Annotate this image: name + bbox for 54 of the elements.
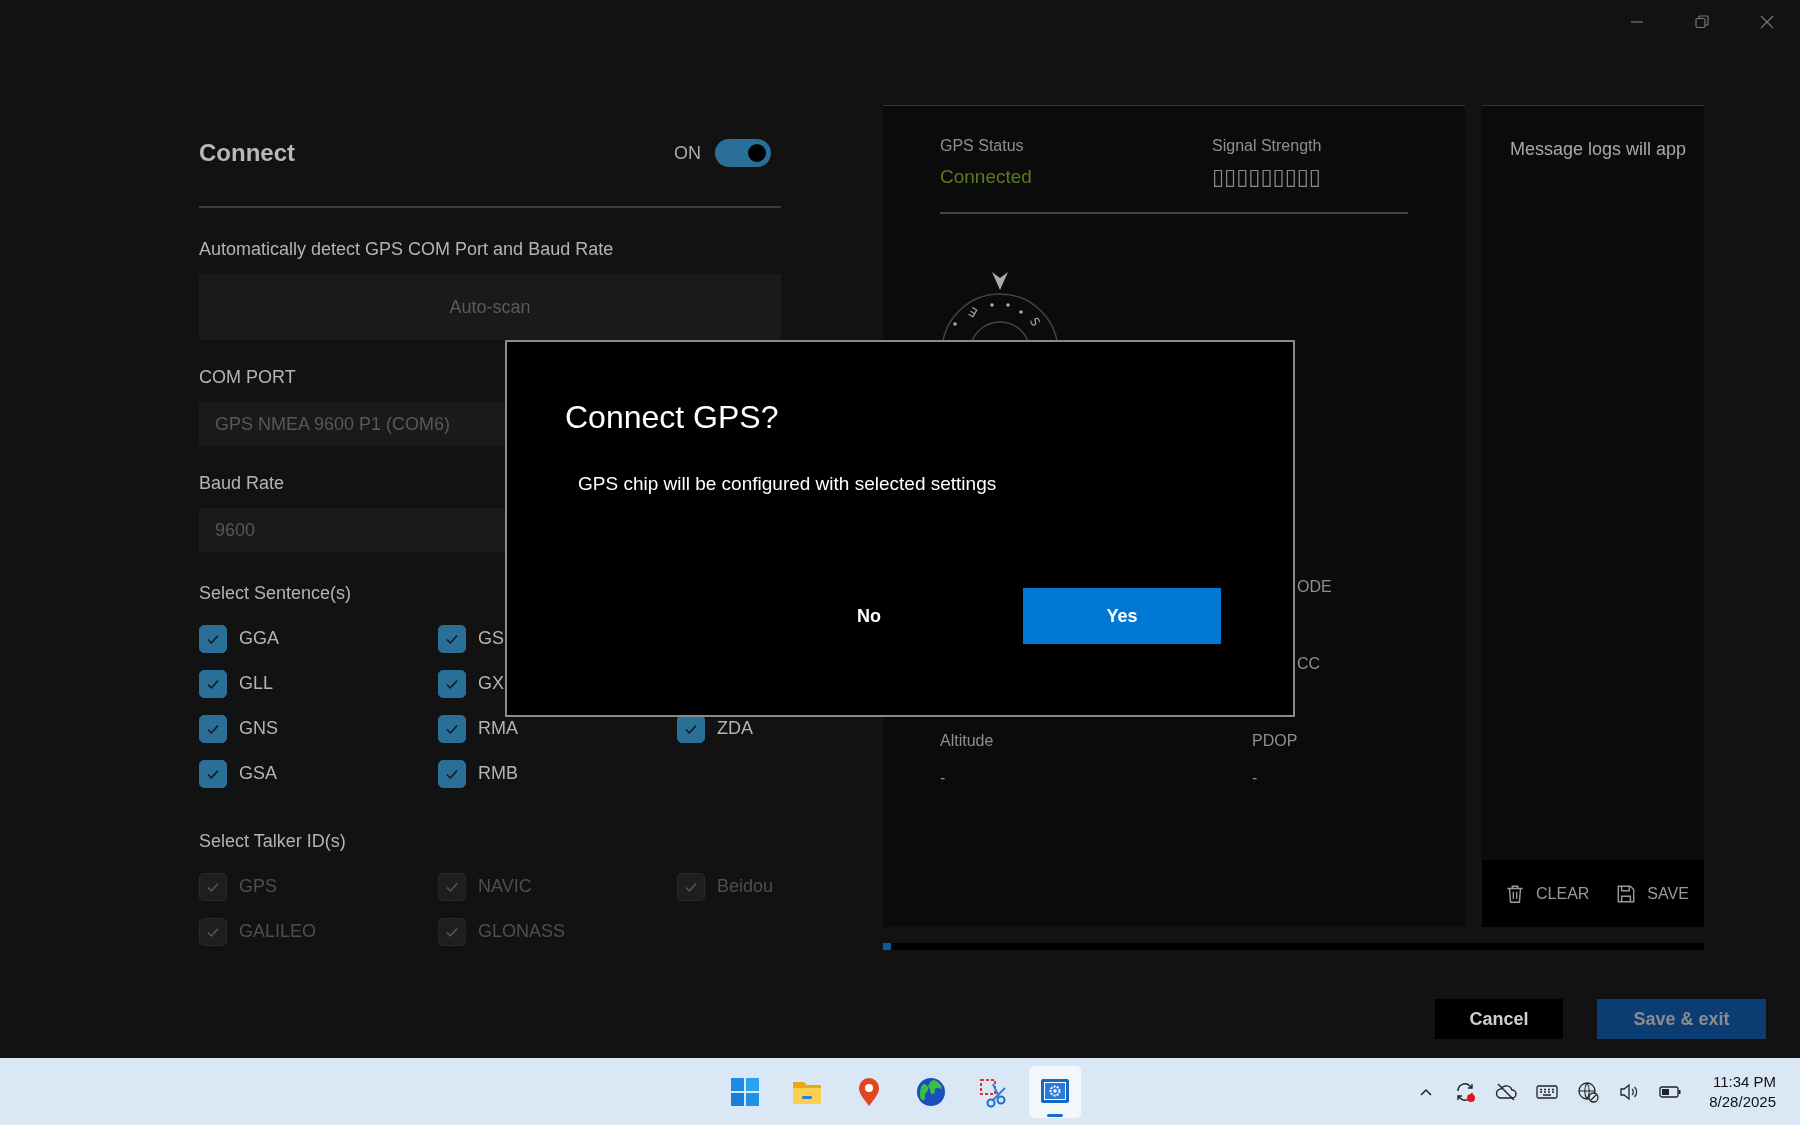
globe-blocked-icon[interactable] bbox=[1576, 1079, 1601, 1104]
field-label: Automatically detect GPS COM Port and Baud Rate bbox=[199, 238, 614, 260]
section-label: Select Talker ID(s) bbox=[199, 830, 346, 852]
stat-label: Altitude bbox=[940, 731, 994, 751]
save-button[interactable]: SAVE bbox=[1615, 882, 1689, 905]
checkbox[interactable] bbox=[438, 669, 466, 698]
checkbox[interactable] bbox=[438, 624, 466, 653]
checkbox[interactable] bbox=[199, 714, 227, 743]
clear-button[interactable]: CLEAR bbox=[1504, 882, 1590, 905]
taskbar-app[interactable] bbox=[1029, 1065, 1081, 1118]
dialog-message: GPS chip will be configured with selected settings bbox=[577, 473, 998, 495]
cancel-button[interactable]: Cancel bbox=[1435, 999, 1563, 1039]
checkbox[interactable] bbox=[199, 624, 227, 653]
checkbox-label: GALILEO bbox=[239, 921, 317, 942]
signal-label: Signal Strength bbox=[1212, 136, 1322, 156]
checkbox-label: GLONASS bbox=[478, 921, 566, 942]
checkbox-label: GSA bbox=[239, 763, 277, 784]
checkbox-label: GX bbox=[478, 673, 504, 694]
status-value: Connected bbox=[940, 165, 1032, 189]
section-label: Select Sentence(s) bbox=[199, 582, 352, 604]
checkbox[interactable] bbox=[199, 759, 227, 788]
stat-label: ODE bbox=[1297, 577, 1332, 597]
checkbox-label: GS bbox=[478, 628, 504, 649]
checkbox-label: RMB bbox=[478, 763, 518, 784]
toggle-label: ON bbox=[674, 142, 701, 164]
close-icon[interactable] bbox=[1759, 14, 1775, 30]
field-label: Baud Rate bbox=[199, 472, 285, 494]
checkbox-label: GLL bbox=[239, 673, 274, 694]
restore-icon[interactable] bbox=[1694, 14, 1710, 30]
checkbox-label: GGA bbox=[239, 628, 279, 649]
toggle-switch[interactable] bbox=[715, 139, 771, 167]
checkbox[interactable] bbox=[199, 669, 227, 698]
globe-icon bbox=[915, 1075, 947, 1108]
checkbox-label: RMA bbox=[478, 718, 518, 739]
signal-value: ▯▯▯▯▯▯▯▯▯ bbox=[1212, 164, 1321, 190]
checkbox[interactable] bbox=[438, 759, 466, 788]
stat-label: PDOP bbox=[1252, 731, 1298, 751]
checkbox[interactable] bbox=[438, 714, 466, 743]
no-button[interactable]: No bbox=[770, 588, 968, 644]
checkbox-label: NAVIC bbox=[478, 876, 532, 897]
start-icon bbox=[729, 1075, 761, 1108]
checkbox-label: ZDA bbox=[717, 718, 753, 739]
stat-label: CC bbox=[1297, 654, 1321, 674]
checkbox-label: GPS bbox=[239, 876, 277, 897]
field-label: COM PORT bbox=[199, 366, 296, 388]
checkbox-label: Beidou bbox=[717, 876, 774, 897]
status-label: GPS Status bbox=[940, 136, 1024, 156]
stat-value: - bbox=[940, 769, 946, 787]
clock[interactable]: 11:34 PM 8/28/2025 bbox=[1709, 1071, 1776, 1112]
yes-button[interactable]: Yes bbox=[1023, 588, 1221, 644]
log-placeholder-text: Message logs will app bbox=[1510, 139, 1687, 159]
section-title: Connect bbox=[199, 139, 295, 167]
stat-value: - bbox=[1252, 769, 1258, 787]
checkbox-label: GNS bbox=[239, 718, 278, 739]
